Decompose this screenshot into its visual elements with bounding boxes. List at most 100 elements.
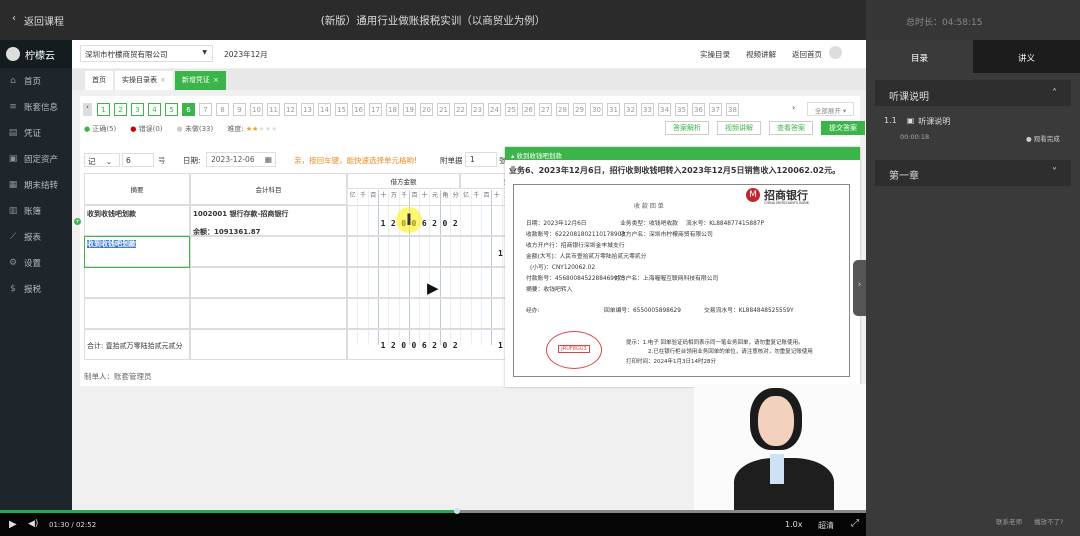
- voucher-word-select[interactable]: 记 ⌄: [84, 153, 120, 167]
- row-1-account[interactable]: 1002001 银行存款-招商银行: [193, 209, 288, 219]
- action-button[interactable]: 答案解析: [665, 121, 709, 135]
- receipt-field: 金额(大写)：人民币壹拾贰万零陆拾贰元零贰分: [526, 254, 647, 260]
- tab-catalog[interactable]: 目录: [866, 40, 973, 73]
- page-button[interactable]: 27: [539, 103, 552, 116]
- voucher-tip: 亲，按回车键，能快速选择单元格哟!: [294, 156, 418, 165]
- page-button[interactable]: 34: [658, 103, 671, 116]
- page-button[interactable]: 7: [199, 103, 212, 116]
- page-button[interactable]: 13: [301, 103, 314, 116]
- page-button[interactable]: 16: [352, 103, 365, 116]
- voucher-number-input[interactable]: 6: [122, 153, 154, 167]
- page-button[interactable]: 32: [624, 103, 637, 116]
- page-button[interactable]: 9: [233, 103, 246, 116]
- page-button[interactable]: 11: [267, 103, 280, 116]
- progress-fill: [0, 510, 458, 513]
- action-button[interactable]: 查看答案: [769, 121, 813, 135]
- page-button[interactable]: 4: [148, 103, 161, 116]
- sidebar-item[interactable]: ≡ 账套信息: [0, 94, 72, 120]
- action-button[interactable]: 提交答案: [821, 121, 865, 135]
- page-button[interactable]: 30: [590, 103, 603, 116]
- sidebar-item[interactable]: ▣ 固定资产: [0, 146, 72, 172]
- page-button[interactable]: 25: [505, 103, 518, 116]
- close-icon[interactable]: ×: [213, 76, 219, 84]
- progress-handle[interactable]: [454, 508, 461, 514]
- page-button[interactable]: 35: [675, 103, 688, 116]
- play-overlay-icon[interactable]: ▶: [427, 279, 439, 297]
- page-button[interactable]: 24: [488, 103, 501, 116]
- page-button[interactable]: 28: [556, 103, 569, 116]
- date-label: 日期:: [183, 156, 201, 165]
- play-button[interactable]: ▶: [9, 519, 17, 530]
- header-link[interactable]: 实操目录: [700, 49, 730, 60]
- tab-1[interactable]: 实操目录表 ×: [115, 71, 173, 90]
- sidebar-item[interactable]: ▦ 期末结转: [0, 172, 72, 198]
- correct-count: 正确(5): [92, 125, 117, 133]
- header-link[interactable]: 返回首页: [792, 49, 822, 60]
- expand-all-select[interactable]: 全部展开 ▾: [807, 102, 854, 116]
- page-button[interactable]: 10: [250, 103, 263, 116]
- tab-2[interactable]: 新增凭证 ×: [174, 71, 226, 90]
- contact-teacher-link[interactable]: 联系老师: [996, 516, 1022, 526]
- tab-0[interactable]: 首页: [85, 71, 113, 90]
- page-button[interactable]: 18: [386, 103, 399, 116]
- sidebar-item[interactable]: ⚙ 设置: [0, 250, 72, 276]
- page-button[interactable]: 38: [726, 103, 739, 116]
- receipt-field: 收方开户行：招商银行深圳金丰城支行: [526, 243, 625, 249]
- quality-button[interactable]: 超清: [818, 520, 834, 531]
- page-button[interactable]: 15: [335, 103, 348, 116]
- page-button[interactable]: 12: [284, 103, 297, 116]
- action-button[interactable]: 视频讲解: [717, 121, 761, 135]
- page-button[interactable]: 22: [454, 103, 467, 116]
- sidebar-item[interactable]: ⟋ 报表: [0, 224, 72, 250]
- attach-input[interactable]: 1: [465, 152, 497, 167]
- close-icon[interactable]: ×: [160, 76, 166, 84]
- voucher-word: 记: [88, 157, 96, 166]
- page-button[interactable]: 29: [573, 103, 586, 116]
- section-listening[interactable]: 听课说明 ˄: [875, 80, 1071, 106]
- fullscreen-icon[interactable]: ⤢: [851, 518, 859, 529]
- page-button[interactable]: 31: [607, 103, 620, 116]
- header-link[interactable]: 视频讲解: [746, 49, 776, 60]
- progress-bar[interactable]: [0, 508, 866, 514]
- speed-button[interactable]: 1.0x: [785, 520, 802, 529]
- volume-icon[interactable]: ◀): [28, 519, 38, 529]
- page-button[interactable]: 19: [403, 103, 416, 116]
- sidebar-item[interactable]: ▥ 账簿: [0, 198, 72, 224]
- page-button[interactable]: 6: [182, 103, 195, 116]
- next-page-button[interactable]: ›: [792, 103, 795, 112]
- add-row-icon[interactable]: +: [74, 218, 81, 225]
- page-button[interactable]: 14: [318, 103, 331, 116]
- cannot-play-link[interactable]: 播放不了?: [1034, 516, 1063, 526]
- sidebar-item[interactable]: ⌂ 首页: [0, 68, 72, 94]
- lesson-item[interactable]: 1.1 ▣ 听课说明: [884, 116, 950, 127]
- page-button[interactable]: 1: [97, 103, 110, 116]
- caret-down-icon: ▼: [202, 49, 207, 56]
- page-button[interactable]: 3: [131, 103, 144, 116]
- page-button[interactable]: 23: [471, 103, 484, 116]
- page-button[interactable]: 26: [522, 103, 535, 116]
- page-button[interactable]: 5: [165, 103, 178, 116]
- row-2-summary-input[interactable]: 收到收钱吧划款: [84, 236, 190, 268]
- section-chapter-1[interactable]: 第一章 ˅: [875, 160, 1071, 186]
- collapse-panel-button[interactable]: ›: [853, 260, 866, 316]
- page-button[interactable]: 36: [692, 103, 705, 116]
- page-button[interactable]: 21: [437, 103, 450, 116]
- col-summary-label: 摘要: [130, 186, 144, 194]
- company-select[interactable]: 深圳市柠檬商贸有限公司 ▼: [80, 45, 213, 62]
- video-area[interactable]: 柠檬云 ⌂ 首页 ≡ 账套信息 ▤ 凭证 ▣ 固定资产 ▦ 期末结转 ▥ 账簿 ⟋ 报表 ⚙ 设置 $ 报税 深圳…: [0, 40, 866, 512]
- page-button[interactable]: 8: [216, 103, 229, 116]
- avatar[interactable]: [829, 46, 842, 59]
- task-header[interactable]: ▴ 收到收钱吧划款: [505, 147, 860, 160]
- sidebar-item[interactable]: $ 报税: [0, 276, 72, 302]
- page-button[interactable]: 33: [641, 103, 654, 116]
- sidebar-item[interactable]: ▤ 凭证: [0, 120, 72, 146]
- prev-page-button[interactable]: ‹: [83, 103, 92, 116]
- row-1-summary[interactable]: 收到收钱吧划款: [87, 209, 136, 219]
- page-button[interactable]: 37: [709, 103, 722, 116]
- sidebar-item-label: 设置: [24, 259, 42, 269]
- page-button[interactable]: 2: [114, 103, 127, 116]
- page-button[interactable]: 20: [420, 103, 433, 116]
- page-button[interactable]: 17: [369, 103, 382, 116]
- tab-notes[interactable]: 讲义: [973, 40, 1080, 73]
- date-input[interactable]: 2023-12-06 ▦: [206, 152, 276, 167]
